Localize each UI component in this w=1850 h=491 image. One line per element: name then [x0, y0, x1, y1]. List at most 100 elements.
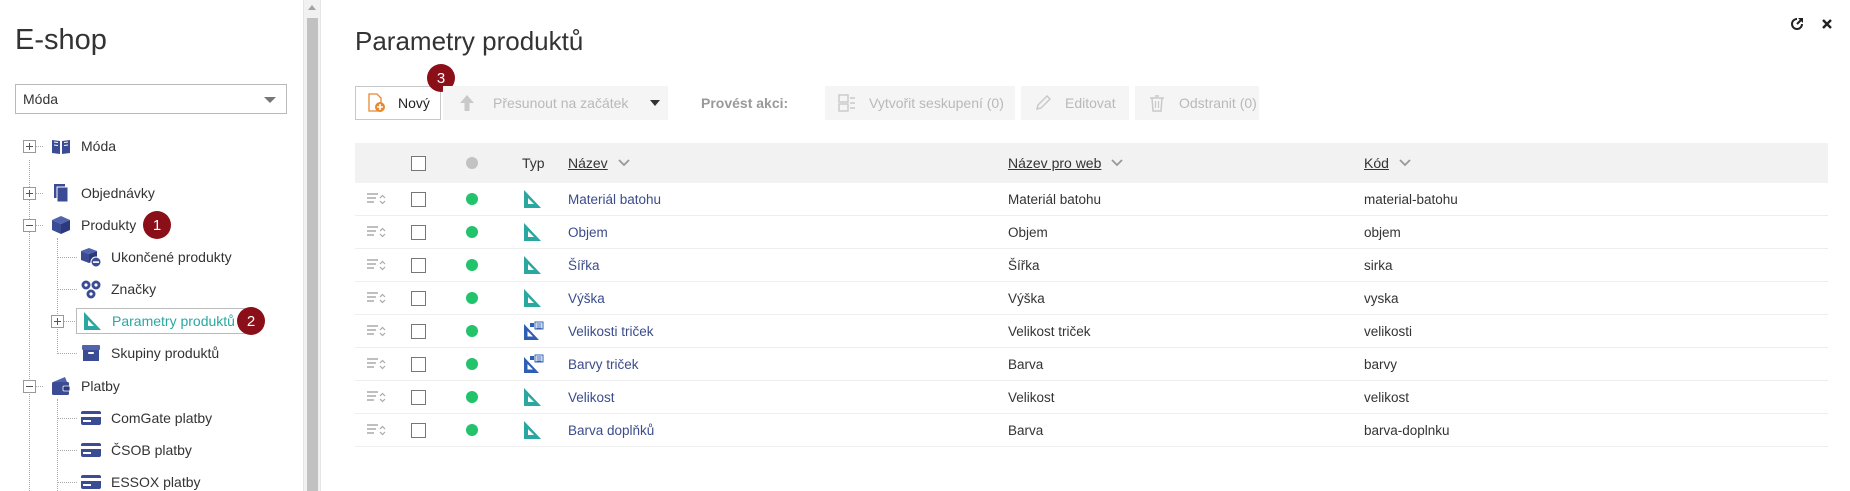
- table-row[interactable]: Šířka Šířka sirka: [355, 249, 1828, 282]
- row-code: barvy: [1364, 356, 1398, 372]
- tree-item-essox-payments[interactable]: ESSOX platby: [80, 469, 201, 491]
- tree-item-brands[interactable]: Značky: [80, 276, 156, 302]
- active-status-icon: [466, 358, 478, 370]
- create-group-button[interactable]: Vytvořit seskupení (0): [825, 86, 1015, 120]
- column-type: Typ: [522, 155, 545, 171]
- move-to-start-button[interactable]: Přesunout na začátek: [443, 86, 668, 120]
- row-checkbox[interactable]: [411, 356, 426, 372]
- credit-card-icon: [81, 475, 101, 489]
- chevron-down-icon: [1399, 159, 1411, 167]
- tree-item-csob-payments[interactable]: ČSOB platby: [80, 437, 192, 463]
- tree-item-comgate-payments[interactable]: ComGate platby: [80, 405, 212, 431]
- tree-item-label: ESSOX platby: [111, 474, 201, 490]
- delete-label: Odstranit (0): [1179, 95, 1257, 111]
- list-parameter-icon: [522, 315, 544, 347]
- scrollbar-thumb[interactable]: [307, 18, 318, 491]
- row-checkbox[interactable]: [411, 290, 426, 306]
- new-button-label: Nový: [398, 95, 430, 111]
- column-web-name[interactable]: Název pro web: [1008, 143, 1124, 183]
- table-row[interactable]: Materiál batohu Materiál batohu material-b…: [355, 183, 1828, 216]
- row-web-name: Objem: [1008, 224, 1048, 240]
- tree-item-label: ComGate platby: [111, 410, 213, 426]
- group-icon: [838, 94, 855, 112]
- tree-item-products[interactable]: Produkty: [50, 212, 136, 238]
- drag-handle-icon[interactable]: [366, 249, 386, 281]
- collapse-payments-toggle[interactable]: [23, 380, 36, 393]
- tree-item-product-groups[interactable]: Skupiny produktů: [80, 340, 219, 366]
- drag-handle-icon[interactable]: [366, 183, 386, 215]
- row-checkbox[interactable]: [411, 257, 426, 273]
- tree-item-payments[interactable]: Platby: [50, 373, 120, 399]
- credit-card-icon: [81, 443, 101, 457]
- expand-parameters-toggle[interactable]: [51, 315, 64, 328]
- parameter-icon: [522, 414, 542, 446]
- status-header-icon: [466, 157, 478, 169]
- active-status-icon: [466, 292, 478, 304]
- row-name-link[interactable]: Velikost: [568, 381, 615, 413]
- row-name-link[interactable]: Materiál batohu: [568, 183, 661, 215]
- parameter-icon: [522, 216, 542, 248]
- row-code: vyska: [1364, 290, 1399, 306]
- tree-item-moda[interactable]: Móda: [50, 133, 116, 159]
- tree-item-discontinued-products[interactable]: Ukončené produkty: [80, 244, 232, 270]
- table-row[interactable]: Barvy triček Barva barvy: [355, 348, 1828, 381]
- annotation-badge: 2: [237, 307, 265, 335]
- table-row[interactable]: Barva doplňků Barva barva-doplnku: [355, 414, 1828, 447]
- row-name-link[interactable]: Objem: [568, 216, 608, 248]
- collapse-products-toggle[interactable]: [23, 219, 36, 232]
- row-checkbox[interactable]: [411, 422, 426, 438]
- drag-handle-icon[interactable]: [366, 216, 386, 248]
- table-row[interactable]: Výška Výška vyska: [355, 282, 1828, 315]
- set-square-icon: [84, 312, 101, 330]
- row-name-link[interactable]: Velikosti triček: [568, 315, 654, 347]
- column-code[interactable]: Kód: [1364, 143, 1411, 183]
- drag-handle-icon[interactable]: [366, 381, 386, 413]
- row-checkbox[interactable]: [411, 389, 426, 405]
- table-row[interactable]: Velikosti triček Velikost triček velikosti: [355, 315, 1828, 348]
- tree-item-label: ČSOB platby: [111, 442, 192, 458]
- pencil-icon: [1035, 94, 1052, 111]
- tree-item-label: Skupiny produktů: [111, 345, 220, 361]
- tree-item-product-parameters[interactable]: Parametry produktů: [76, 308, 247, 334]
- parameter-icon: [522, 282, 542, 314]
- row-name-link[interactable]: Výška: [568, 282, 605, 314]
- delete-button[interactable]: Odstranit (0): [1135, 86, 1259, 120]
- table-row[interactable]: Objem Objem objem: [355, 216, 1828, 249]
- scroll-up-arrow-icon[interactable]: [308, 5, 316, 10]
- actions-label: Provést akci:: [701, 95, 789, 111]
- table-row[interactable]: Velikost Velikost velikost: [355, 381, 1828, 414]
- drag-handle-icon[interactable]: [366, 414, 386, 446]
- row-code: objem: [1364, 224, 1401, 240]
- parameter-icon: [522, 183, 542, 215]
- row-name-link[interactable]: Šířka: [568, 249, 600, 281]
- chevron-down-icon: [1111, 159, 1124, 167]
- drag-handle-icon[interactable]: [366, 282, 386, 314]
- arrow-up-icon: [460, 95, 474, 111]
- new-button[interactable]: Nový: [355, 86, 441, 120]
- move-dropdown-button[interactable]: [642, 86, 668, 120]
- move-to-start-label: Přesunout na začátek: [493, 95, 629, 111]
- edit-label: Editovat: [1065, 95, 1116, 111]
- open-external-icon[interactable]: [1789, 16, 1805, 32]
- select-all-checkbox[interactable]: [411, 155, 426, 171]
- row-web-name: Barva: [1008, 356, 1044, 372]
- sidebar-scrollbar[interactable]: [303, 0, 320, 491]
- row-name-link[interactable]: Barvy triček: [568, 348, 639, 380]
- row-code: barva-doplnku: [1364, 422, 1450, 438]
- expand-orders-toggle[interactable]: [23, 187, 36, 200]
- edit-button[interactable]: Editovat: [1021, 86, 1129, 120]
- row-name-link[interactable]: Barva doplňků: [568, 414, 654, 446]
- row-web-name: Výška: [1008, 290, 1045, 306]
- box-icon: [52, 216, 70, 234]
- chevron-down-icon: [618, 159, 630, 167]
- drag-handle-icon[interactable]: [366, 348, 386, 380]
- row-checkbox[interactable]: [411, 191, 426, 207]
- drag-handle-icon[interactable]: [366, 315, 386, 347]
- expand-moda-toggle[interactable]: [23, 140, 36, 153]
- tree-item-orders[interactable]: Objednávky: [50, 180, 155, 206]
- row-checkbox[interactable]: [411, 224, 426, 240]
- close-icon[interactable]: [1819, 16, 1835, 32]
- tree-item-label: Objednávky: [81, 185, 155, 201]
- column-name[interactable]: Název: [568, 143, 630, 183]
- row-checkbox[interactable]: [411, 323, 426, 339]
